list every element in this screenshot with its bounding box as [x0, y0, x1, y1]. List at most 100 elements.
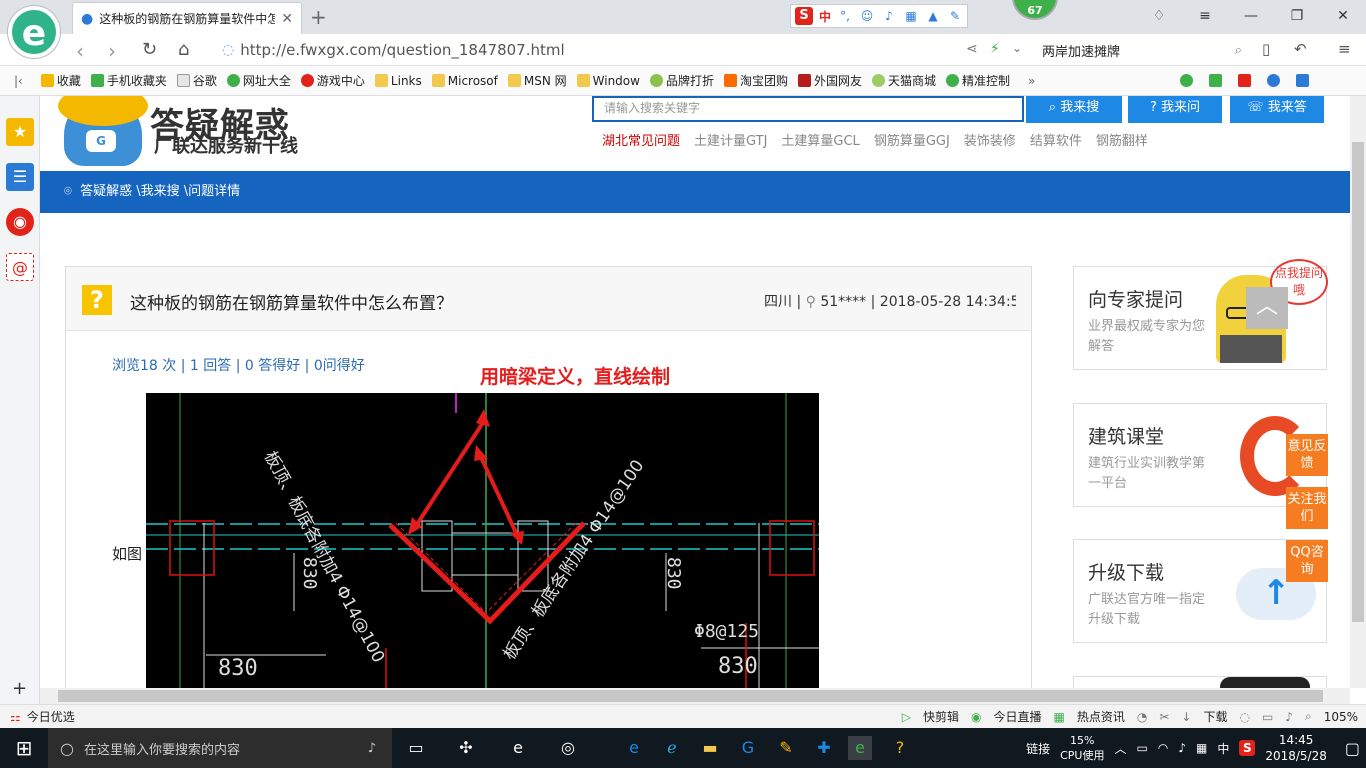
bookmark-more[interactable]: »: [1028, 74, 1035, 88]
battery-icon[interactable]: ▭: [1136, 741, 1147, 755]
url-field[interactable]: ◌ http://e.fwxgx.com/question_1847807.ht…: [222, 39, 942, 61]
reading-list-icon[interactable]: ☰: [6, 163, 34, 191]
close-tab-icon[interactable]: ✕: [281, 11, 293, 27]
hot-link[interactable]: 土建算量GCL: [781, 130, 859, 149]
hot-link[interactable]: 土建计量GTJ: [694, 130, 767, 149]
bookmark-item[interactable]: 收藏: [40, 72, 81, 89]
question-app-icon[interactable]: ?: [888, 736, 912, 760]
speed-mode-icon[interactable]: ⚡: [990, 41, 1000, 57]
chevron-up-icon[interactable]: ︿: [1114, 740, 1126, 757]
sogou-tray-icon[interactable]: S: [1239, 740, 1256, 756]
glodon-app-icon[interactable]: G: [736, 736, 760, 760]
clothes-icon[interactable]: ♢: [1136, 0, 1182, 32]
search-button[interactable]: ⌕ 我来搜: [1026, 96, 1122, 123]
links-toolbar[interactable]: 链接: [1026, 740, 1050, 757]
status-item[interactable]: 快剪辑: [923, 708, 959, 725]
menu-icon[interactable]: ≡: [1182, 0, 1228, 32]
new-tab-icon[interactable]: +: [310, 5, 327, 29]
favorites-star-icon[interactable]: ★: [6, 118, 34, 146]
bookmark-item[interactable]: 精准控制: [946, 72, 1010, 89]
window-icon[interactable]: ▭: [1262, 710, 1273, 724]
fan-app-icon[interactable]: ✣: [454, 736, 478, 760]
mail-icon[interactable]: @: [6, 253, 34, 281]
ask-button[interactable]: ? 我来问: [1128, 96, 1222, 123]
speed-icon[interactable]: ◔: [1137, 710, 1147, 724]
bookmark-item[interactable]: 天猫商城: [872, 72, 936, 89]
clock[interactable]: 14:45 2018/5/28: [1265, 732, 1327, 764]
windows-start-icon[interactable]: ⊞: [0, 728, 48, 768]
breadcrumb[interactable]: 答疑解惑 \我来搜 \问题详情: [80, 184, 240, 199]
zoom-icon[interactable]: ⌕: [1305, 709, 1312, 724]
more-menu-icon[interactable]: ≡: [1338, 40, 1351, 58]
shield-icon[interactable]: [1180, 74, 1193, 87]
grid-icon[interactable]: [1296, 74, 1309, 87]
cad-drawing-image[interactable]: 板顶、板底各附加4 Φ14@100 板顶、板底各附加4 Φ14@100 830 …: [146, 393, 819, 688]
status-item[interactable]: 下载: [1203, 708, 1227, 725]
ask-expert-box[interactable]: 向专家提问 业界最权威专家为您解答 点我提问哦: [1073, 259, 1328, 370]
notification-icon[interactable]: ▢: [1345, 739, 1360, 758]
microphone-icon[interactable]: ♪: [368, 741, 376, 756]
bookmark-item[interactable]: 手机收藏夹: [90, 72, 167, 89]
clean-icon[interactable]: ◌: [1239, 710, 1249, 724]
edge-icon[interactable]: e: [622, 736, 646, 760]
bookmark-item[interactable]: 外国网友: [798, 72, 862, 89]
emoji-icon[interactable]: ☺: [859, 8, 875, 24]
weibo-icon[interactable]: ◉: [6, 208, 34, 236]
tools-icon[interactable]: ✎: [947, 8, 963, 24]
volume-icon[interactable]: ♪: [1178, 741, 1186, 755]
restore-button[interactable]: ❐: [1274, 0, 1320, 32]
minimize-button[interactable]: —: [1228, 0, 1274, 32]
search-icon[interactable]: ⌕: [1235, 43, 1242, 58]
collapse-sidebar-icon[interactable]: |‹: [14, 74, 23, 88]
bookmark-item[interactable]: 游戏中心: [300, 72, 365, 89]
site-search-input[interactable]: 请输入搜索关键字: [592, 96, 1024, 122]
translate-icon[interactable]: [1209, 74, 1222, 87]
cpu-monitor[interactable]: 15% CPU使用: [1060, 733, 1104, 763]
browser-logo-icon[interactable]: e: [8, 6, 60, 58]
hot-link[interactable]: 湖北常见问题: [602, 130, 680, 149]
bookmark-item[interactable]: 谷歌: [176, 72, 217, 89]
file-explorer-icon[interactable]: ▬: [698, 736, 722, 760]
forward-icon[interactable]: ›: [108, 39, 116, 63]
home-icon[interactable]: ⌂: [178, 39, 189, 60]
hot-link[interactable]: 钢筋翻样: [1096, 130, 1148, 149]
microphone-icon[interactable]: ♪: [881, 8, 897, 24]
bookmark-item[interactable]: Links: [374, 74, 422, 88]
task-view-icon[interactable]: ▭: [404, 736, 428, 760]
horizontal-scroll-thumb[interactable]: [58, 690, 1323, 702]
security-score-badge[interactable]: 67: [1012, 0, 1058, 20]
plus-app-icon[interactable]: ✚: [812, 736, 836, 760]
bookmark-item[interactable]: MSN 网: [507, 72, 567, 89]
undo-icon[interactable]: ↶: [1294, 40, 1307, 58]
bookmark-item[interactable]: 淘宝团购: [723, 72, 788, 89]
hot-link[interactable]: 结算软件: [1030, 130, 1082, 149]
search-box[interactable]: 两岸加速摊牌 ⌕: [1042, 39, 1242, 61]
back-to-top-button[interactable]: ︿: [1246, 287, 1288, 329]
active-browser-icon[interactable]: e: [848, 736, 872, 760]
hot-link[interactable]: 装饰装修: [964, 130, 1016, 149]
status-item[interactable]: 今日直播: [993, 708, 1041, 725]
volume-icon[interactable]: ♪: [1285, 710, 1293, 724]
ime-indicator[interactable]: 中: [1217, 740, 1229, 757]
share-icon[interactable]: ⋖: [966, 41, 978, 57]
keyboard-icon[interactable]: ▦: [903, 8, 919, 24]
follow-us-button[interactable]: 关注我们: [1286, 487, 1328, 529]
vertical-scroll-thumb[interactable]: [1352, 142, 1364, 622]
feedback-button[interactable]: 意见反馈: [1286, 434, 1328, 476]
search-icon[interactable]: [1267, 74, 1280, 87]
site-info-icon[interactable]: ◌: [222, 42, 234, 58]
phone-icon[interactable]: ▯: [1262, 40, 1270, 58]
keyboard-icon[interactable]: ▦: [1196, 741, 1207, 755]
taskbar-search[interactable]: ○ 在这里输入你要搜索的内容 ♪: [48, 728, 392, 768]
answer-button[interactable]: ☏ 我来答: [1230, 96, 1324, 123]
back-icon[interactable]: ‹: [76, 39, 84, 63]
bookmark-item[interactable]: 网址大全: [226, 72, 291, 89]
ie-icon[interactable]: ℯ: [660, 736, 684, 760]
add-sidebar-icon[interactable]: +: [12, 678, 27, 699]
browser-app-icon[interactable]: e: [506, 736, 530, 760]
refresh-icon[interactable]: ↻: [142, 39, 157, 60]
repair-icon[interactable]: ✂: [1159, 710, 1169, 724]
notes-app-icon[interactable]: ✎: [774, 736, 798, 760]
browser-tab[interactable]: ● 这种板的钢筋在钢筋算量软件中怎么 ✕: [72, 2, 302, 34]
swirl-app-icon[interactable]: ◎: [556, 736, 580, 760]
